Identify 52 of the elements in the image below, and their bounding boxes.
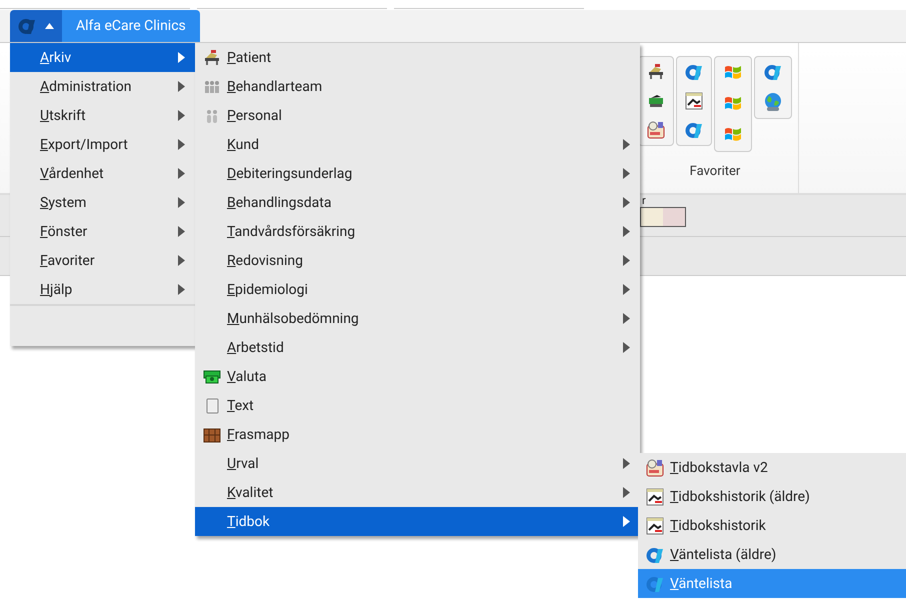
calendar-board-icon — [647, 121, 665, 139]
menu-item[interactable]: Tidbok — [195, 507, 640, 536]
menu-item[interactable]: Tidbokshistorik — [638, 511, 906, 540]
menu-item[interactable]: Patient — [195, 43, 640, 72]
alpha-logo-icon — [646, 574, 664, 592]
cabinet-icon — [203, 426, 221, 444]
menu-item[interactable]: Fönster — [10, 217, 195, 246]
menu-item[interactable]: Behandlingsdata — [195, 188, 640, 217]
menu-item[interactable]: System — [10, 188, 195, 217]
menu-item[interactable]: Hjälp — [10, 275, 195, 304]
menu-item[interactable]: Arkiv — [10, 43, 195, 72]
alpha-logo-icon — [685, 121, 703, 139]
ribbon-group-label: Favoriter — [690, 164, 740, 179]
chart-board-icon — [685, 92, 703, 110]
menu-item[interactable]: Behandlarteam — [195, 72, 640, 101]
menu-item[interactable]: Vårdenhet — [10, 159, 195, 188]
menu-item[interactable]: Personal — [195, 101, 640, 130]
menu-item[interactable]: Favoriter — [10, 246, 195, 275]
chart-board-icon — [646, 516, 664, 534]
menu-item[interactable]: Tandvårdsförsäkring — [195, 217, 640, 246]
ribbon-button-group[interactable] — [676, 56, 712, 146]
menu-item[interactable]: Arbetstid — [195, 333, 640, 362]
menu-item[interactable]: Epidemiologi — [195, 275, 640, 304]
menu-item[interactable]: Administration — [10, 72, 195, 101]
calendar-board-icon — [646, 458, 664, 476]
menu-item[interactable]: Frasmapp — [195, 420, 640, 449]
menu-item[interactable]: Kvalitet — [195, 478, 640, 507]
menu-item[interactable]: Urval — [195, 449, 640, 478]
alpha-logo-icon — [764, 63, 782, 81]
menu-item[interactable]: Tidbokstavla v2 — [638, 453, 906, 482]
alpha-logo-icon — [646, 546, 664, 564]
alpha-logo-icon — [685, 63, 703, 81]
menu-item[interactable]: Utskrift — [10, 101, 195, 130]
menu-item[interactable]: Redovisning — [195, 246, 640, 275]
caret-icon — [44, 23, 54, 29]
alpha-logo-icon — [18, 17, 36, 35]
menu-item[interactable]: Tidbokshistorik (äldre) — [638, 482, 906, 511]
banknotes-icon — [203, 368, 221, 386]
menu-item[interactable]: Munhälsobedömning — [195, 304, 640, 333]
color-bar — [640, 207, 686, 227]
column-header: r — [641, 195, 647, 207]
ribbon-button-group[interactable] — [754, 56, 792, 119]
app-menu-button[interactable] — [10, 10, 62, 42]
menu-item[interactable]: Debiteringsunderlag — [195, 159, 640, 188]
menu-item[interactable]: Text — [195, 391, 640, 420]
menu-item[interactable]: Väntelista (äldre) — [638, 540, 906, 569]
menu-item[interactable]: Export/Import — [10, 130, 195, 159]
chart-board-icon — [646, 488, 664, 506]
globe-icon — [763, 92, 783, 112]
menu-item[interactable]: Kund — [195, 130, 640, 159]
ribbon-button-group[interactable] — [714, 56, 752, 152]
menu-item[interactable]: Valuta — [195, 362, 640, 391]
